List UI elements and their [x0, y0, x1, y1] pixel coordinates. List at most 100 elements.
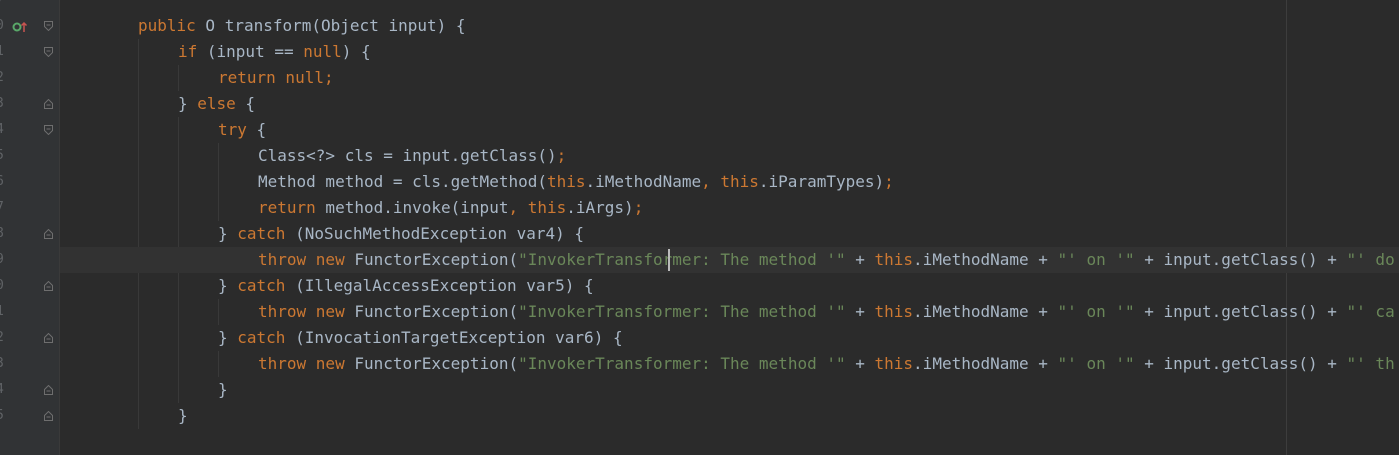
code-token: FunctorException( — [344, 302, 519, 321]
keyword-token: if — [178, 42, 198, 61]
code-line-text: try { — [218, 117, 266, 143]
code-token: ) { — [341, 42, 371, 61]
gutter-row: 1 — [0, 39, 59, 65]
code-line-text: throw new FunctorException("InvokerTrans… — [258, 351, 1395, 377]
code-token: } — [218, 224, 238, 243]
code-area[interactable]: public O transform(Object input) {if (in… — [60, 0, 1399, 455]
keyword-token: throw new — [258, 302, 345, 321]
code-token: } — [178, 406, 188, 425]
current-code-line[interactable]: throw new FunctorException("InvokerTrans… — [60, 247, 1399, 273]
code-line-text: return method.invoke(input, this.iArgs); — [258, 195, 643, 221]
code-line-text: } catch (IllegalAccessException var5) { — [218, 273, 594, 299]
gutter-row: 3 — [0, 91, 59, 117]
line-number[interactable]: 3 — [0, 91, 4, 117]
line-number[interactable]: 2 — [0, 65, 4, 91]
line-number[interactable]: 9 — [0, 247, 4, 273]
fold-end-icon[interactable] — [44, 229, 53, 239]
code-token: (NoSuchMethodException var4) { — [285, 224, 585, 243]
code-token: .iParamTypes) — [758, 172, 885, 191]
string-token: "' th — [1346, 354, 1395, 373]
keyword-token: catch — [237, 276, 286, 295]
code-line[interactable]: try { — [60, 117, 1399, 143]
line-number[interactable]: 1 — [0, 299, 4, 325]
line-number[interactable]: 5 — [0, 143, 4, 169]
keyword-token: throw new — [258, 250, 345, 269]
line-number[interactable]: 2 — [0, 325, 4, 351]
code-line[interactable]: } catch (IllegalAccessException var5) { — [60, 273, 1399, 299]
fold-expand-icon[interactable] — [44, 47, 53, 57]
code-line[interactable] — [60, 0, 1399, 13]
code-line[interactable]: } — [60, 377, 1399, 403]
code-token: { — [235, 94, 256, 113]
code-line[interactable]: Method method = cls.getMethod(this.iMeth… — [60, 169, 1399, 195]
code-token: Method method = cls.getMethod( — [258, 172, 547, 191]
line-number[interactable]: 8 — [0, 221, 4, 247]
line-number[interactable]: 7 — [0, 195, 4, 221]
line-number[interactable]: 4 — [0, 117, 4, 143]
gutter-row: 0 — [0, 13, 59, 39]
gutter-row: 7 — [0, 195, 59, 221]
line-number[interactable]: 5 — [0, 403, 4, 429]
line-number[interactable]: 4 — [0, 377, 4, 403]
code-token: FunctorException( — [344, 250, 519, 269]
code-line[interactable]: Class<?> cls = input.getClass(); — [60, 143, 1399, 169]
code-token: (IllegalAccessException var5) { — [285, 276, 594, 295]
code-line[interactable]: } — [60, 403, 1399, 429]
line-number[interactable]: 0 — [0, 13, 4, 39]
code-line-text: throw new FunctorException("InvokerTrans… — [258, 299, 1395, 325]
code-line-text: if (input == null) { — [178, 39, 371, 65]
gutter-row: 2 — [0, 65, 59, 91]
line-number[interactable]: 0 — [0, 273, 4, 299]
keyword-token: this — [874, 354, 914, 373]
code-line[interactable]: return method.invoke(input, this.iArgs); — [60, 195, 1399, 221]
code-line[interactable]: throw new FunctorException("InvokerTrans… — [60, 299, 1399, 325]
gutter-row: 6 — [0, 169, 59, 195]
editor-gutter[interactable]: 70123456789012345 — [0, 0, 60, 455]
code-line[interactable]: } else { — [60, 91, 1399, 117]
gutter-row: 2 — [0, 325, 59, 351]
code-line[interactable]: } catch (NoSuchMethodException var4) { — [60, 221, 1399, 247]
string-token: "InvokerTransformer: The method '" — [518, 302, 846, 321]
code-token: + input.getClass() + — [1134, 302, 1347, 321]
keyword-token: this — [546, 172, 586, 191]
keyword-token: , this — [701, 172, 759, 191]
keyword-token: else — [197, 94, 236, 113]
fold-end-icon[interactable] — [44, 281, 53, 291]
code-line-text: } catch (NoSuchMethodException var4) { — [218, 221, 584, 247]
keyword-token: public — [138, 16, 196, 35]
fold-end-icon[interactable] — [44, 99, 53, 109]
gutter-row: 3 — [0, 351, 59, 377]
code-line[interactable]: return null; — [60, 65, 1399, 91]
code-token: + input.getClass() + — [1134, 354, 1347, 373]
line-number[interactable]: 6 — [0, 169, 4, 195]
code-line[interactable]: throw new FunctorException("InvokerTrans… — [60, 351, 1399, 377]
line-number[interactable]: 7 — [0, 0, 4, 13]
fold-end-icon[interactable] — [44, 411, 53, 421]
fold-end-icon[interactable] — [44, 385, 53, 395]
code-token: + — [845, 302, 875, 321]
code-line-text: } — [218, 377, 228, 403]
keyword-token: this — [874, 302, 914, 321]
code-token: method.invoke(input — [315, 198, 509, 217]
code-line[interactable]: public O transform(Object input) { — [60, 13, 1399, 39]
code-line[interactable]: } catch (InvocationTargetException var6)… — [60, 325, 1399, 351]
string-token: "' on '" — [1057, 302, 1135, 321]
code-line[interactable]: if (input == null) { — [60, 39, 1399, 65]
code-token: (input == — [197, 42, 304, 61]
gutter-row: 4 — [0, 117, 59, 143]
line-number[interactable]: 1 — [0, 39, 4, 65]
code-line-text: } catch (InvocationTargetException var6)… — [218, 325, 623, 351]
keyword-token: this — [874, 250, 914, 269]
keyword-token: return — [258, 198, 316, 217]
text-caret — [668, 249, 670, 271]
fold-end-icon[interactable] — [44, 333, 53, 343]
code-token: } — [218, 380, 228, 399]
fold-expand-icon[interactable] — [44, 125, 53, 135]
fold-expand-icon[interactable] — [44, 21, 53, 31]
code-token: { — [246, 120, 267, 139]
code-editor[interactable]: 70123456789012345 public O transform(Obj… — [0, 0, 1399, 455]
line-number[interactable]: 3 — [0, 351, 4, 377]
code-line-text: throw new FunctorException("InvokerTrans… — [258, 247, 1395, 273]
code-line-text: public O transform(Object input) { — [138, 13, 466, 39]
implements-method-icon[interactable] — [12, 19, 28, 33]
